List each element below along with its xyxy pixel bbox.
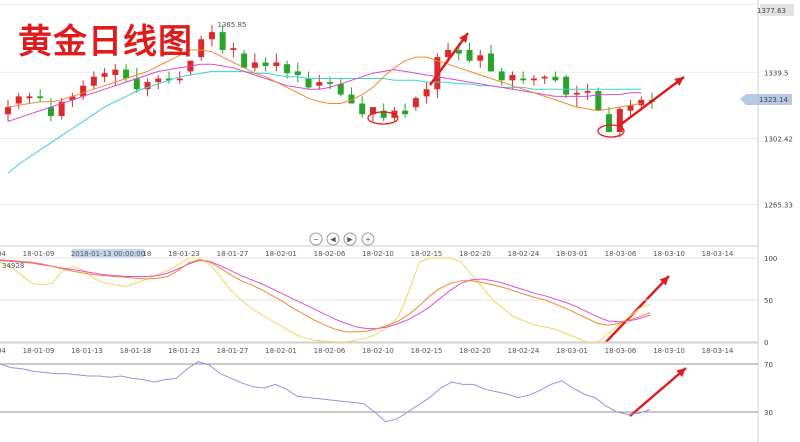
candle-body	[616, 108, 623, 133]
candle-body	[359, 103, 366, 115]
candle-body	[251, 62, 258, 68]
candle-body	[316, 82, 323, 86]
osc-date-tick-label: 18-02-15	[411, 347, 443, 355]
osc-date-tick-label: 18-01-18	[120, 347, 152, 355]
candle-body	[230, 48, 237, 50]
osc-tick-label: 50	[764, 297, 773, 305]
price-tick-label: 1265.33	[764, 202, 793, 210]
osc-date-tick-label: 18-01-09	[23, 347, 55, 355]
osc-date-tick-label: 18-01-04	[0, 347, 6, 355]
chart-stage: 1377.63 1365.85 1339.5 1302.42 1265.33 1323.1…	[0, 0, 800, 442]
osc-date-tick-label: 18-01-27	[217, 347, 249, 355]
candle-body	[402, 110, 409, 115]
candle-body	[455, 49, 462, 54]
osc-date-tick-label: 18-01-13	[71, 347, 103, 355]
price-tick-label: 1302.42	[764, 135, 793, 143]
candle-body	[638, 99, 645, 106]
osc-date-tick-label: 18-03-14	[702, 347, 734, 355]
date-tick-label: 18-03-06	[605, 250, 637, 258]
candle-body	[423, 89, 430, 97]
price-tick-label: 1339.5	[764, 69, 789, 77]
date-tick-label: 18-01-09	[23, 250, 55, 258]
rsi-tick-label: 30	[764, 409, 773, 417]
candle-body	[488, 53, 494, 72]
osc-date-tick-label: 18-02-06	[314, 347, 346, 355]
candle-body	[520, 78, 527, 81]
date-tick-label: 18-03-14	[702, 250, 734, 258]
candle-body	[262, 62, 269, 67]
candle-body	[498, 71, 505, 81]
candle-body	[26, 96, 33, 99]
current-price-label: 1323.14	[759, 96, 788, 104]
plus-icon: +	[365, 236, 371, 244]
candle-body	[294, 71, 301, 75]
date-tick-label: 18-02-20	[459, 250, 491, 258]
candle-body	[5, 107, 11, 115]
chart-title: 黄金日线图	[18, 22, 193, 62]
candle-body	[133, 78, 140, 90]
candle-body	[606, 114, 613, 133]
candle-body	[466, 49, 473, 61]
date-tick-label: 18-02-06	[314, 250, 346, 258]
candle-body	[477, 55, 484, 61]
date-tick-label: 18-03-10	[653, 250, 685, 258]
date-tick-label: 18-03-01	[556, 250, 588, 258]
date-tick-label: 18-02-01	[265, 250, 297, 258]
hover-date-label: 2018-01-13 00:00:00	[71, 250, 145, 258]
osc-tick-label: 100	[764, 255, 777, 263]
date-tick-label: 18-02-10	[362, 250, 394, 258]
candle-body	[15, 96, 22, 104]
candle-body	[595, 91, 602, 111]
forward-icon: ▶	[347, 236, 353, 244]
candle-body	[80, 85, 87, 97]
osc-value-label: 34928	[2, 262, 24, 270]
candle-body	[584, 91, 591, 93]
date-tick-label: 18-01-04	[0, 250, 6, 258]
candle-body	[337, 83, 344, 95]
peak-price-label: 1365.85	[218, 21, 247, 29]
candle-body	[176, 78, 183, 81]
rsi-tick-label: 70	[764, 361, 773, 369]
candle-body	[327, 82, 333, 84]
candle-body	[101, 73, 108, 77]
osc-date-tick-label: 18-03-06	[605, 347, 637, 355]
candle-body	[241, 53, 248, 68]
osc-tick-label: 0	[764, 339, 768, 347]
candle-body	[37, 96, 44, 99]
candle-body	[552, 76, 559, 81]
candle-body	[273, 62, 280, 67]
rewind-icon: ◀	[330, 236, 336, 244]
candle-body	[541, 76, 548, 79]
candle-body	[90, 76, 97, 86]
candle-body	[47, 107, 54, 116]
candle-body	[530, 78, 537, 81]
candle-body	[208, 32, 215, 40]
osc-date-tick-label: 18-02-20	[459, 347, 491, 355]
date-tick-label: 18-01-27	[217, 250, 249, 258]
candle-body	[412, 98, 419, 108]
candle-body	[198, 39, 205, 58]
candle-body	[112, 69, 119, 75]
minus-icon: −	[313, 236, 319, 244]
top-price-label: 1377.63	[757, 7, 786, 15]
date-tick-label: 18-02-15	[411, 250, 443, 258]
osc-date-tick-label: 18-03-10	[653, 347, 685, 355]
date-tick-label: 18-01-23	[168, 250, 200, 258]
candle-body	[123, 69, 130, 79]
candle-body	[284, 64, 291, 74]
candle-body	[155, 78, 162, 83]
osc-date-tick-label: 18-01-23	[168, 347, 200, 355]
osc-date-tick-label: 18-02-24	[508, 347, 540, 355]
date-tick-label: 18-02-24	[508, 250, 540, 258]
candle-body	[219, 32, 226, 50]
candle-body	[573, 92, 580, 95]
osc-date-tick-label: 18-02-10	[362, 347, 394, 355]
osc-date-tick-label: 18-03-01	[556, 347, 588, 355]
candle-body	[509, 74, 516, 81]
candle-body	[305, 78, 312, 88]
chart-canvas: 1377.63 1365.85 1339.5 1302.42 1265.33 1323.1…	[0, 0, 800, 442]
osc-date-tick-label: 18-02-01	[265, 347, 297, 355]
candle-body	[563, 76, 570, 95]
